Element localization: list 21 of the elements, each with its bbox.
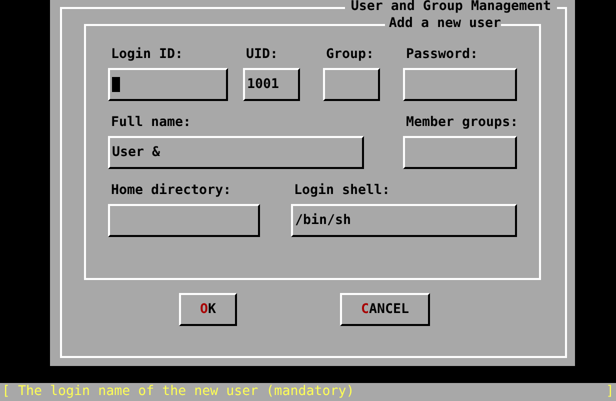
field-label: UID: [246, 46, 280, 63]
dialog-title: User and Group Management [344, 0, 557, 15]
field-label: Member groups: [406, 114, 517, 131]
field-label: Home directory: [111, 182, 232, 199]
input-field[interactable] [403, 68, 517, 101]
input-field[interactable] [403, 136, 517, 169]
input-field[interactable] [108, 204, 260, 237]
status-end: ] [606, 383, 614, 401]
dialog-button[interactable]: CANCEL [340, 293, 430, 326]
input-field[interactable]: User & [108, 136, 364, 169]
dialog-button[interactable]: OK [179, 293, 237, 326]
field-label: Password: [406, 46, 480, 63]
input-field[interactable] [323, 68, 380, 101]
field-label: Group: [326, 46, 376, 63]
input-field[interactable]: /bin/sh [291, 204, 517, 237]
input-field[interactable] [108, 68, 228, 101]
status-text: [ The login name of the new user (mandatory) [2, 383, 354, 401]
input-field[interactable]: 1001 [243, 68, 300, 101]
field-label: Login shell: [294, 182, 392, 199]
field-label: Full name: [111, 114, 192, 131]
field-label: Login ID: [111, 46, 184, 63]
